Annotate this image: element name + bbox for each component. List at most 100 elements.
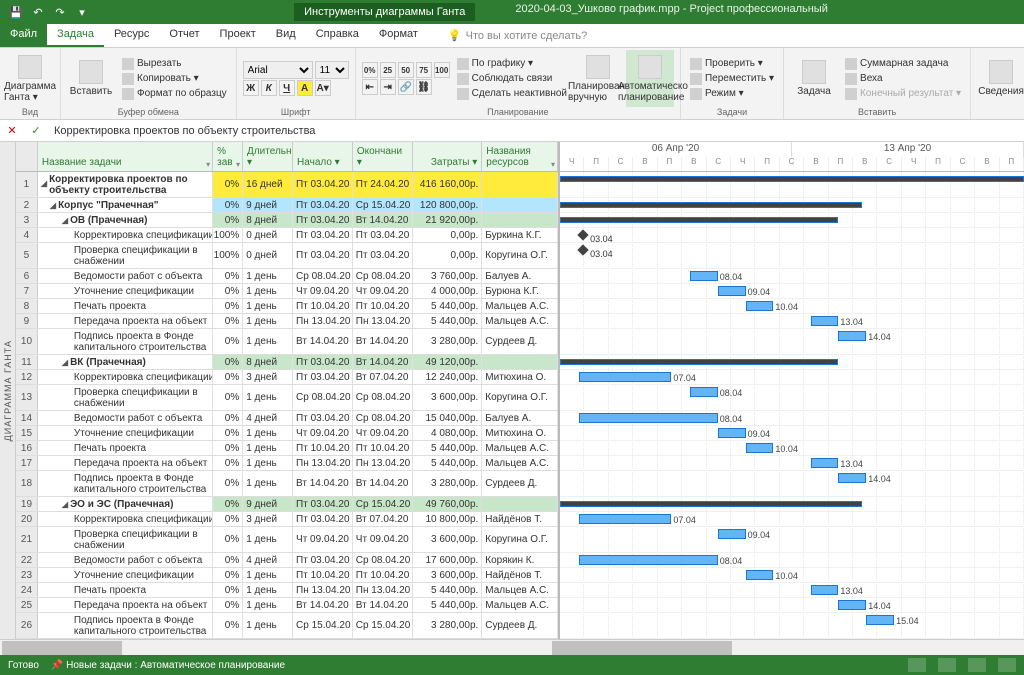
gantt-bar[interactable]: 07.04 xyxy=(579,514,672,524)
gantt-bar[interactable]: 10.04 xyxy=(746,570,774,580)
row-number[interactable]: 6 xyxy=(16,269,38,283)
row-number[interactable]: 1 xyxy=(16,172,38,197)
table-row[interactable]: 19◢ЭО и ЭС (Прачечная)0%9 днейПт 03.04.2… xyxy=(16,497,558,512)
gantt-bar[interactable]: 14.04 xyxy=(838,331,866,341)
information-button[interactable]: Сведения xyxy=(977,50,1024,107)
tab-отчет[interactable]: Отчет xyxy=(159,24,209,47)
gantt-bar[interactable]: 09.04 xyxy=(718,428,746,438)
row-number[interactable]: 15 xyxy=(16,426,38,440)
gantt-row[interactable]: 03.04 xyxy=(560,243,1024,269)
italic-button[interactable]: К xyxy=(261,80,277,96)
gantt-bar[interactable]: 09.04 xyxy=(718,529,746,539)
table-row[interactable]: 22Ведомости работ с объекта0%4 днейПт 03… xyxy=(16,553,558,568)
tab-справка[interactable]: Справка xyxy=(306,24,369,47)
fill-color-button[interactable]: A▾ xyxy=(315,80,331,96)
pct-50-button[interactable]: 50 xyxy=(398,62,414,78)
table-row[interactable]: 3◢ОВ (Прачечная)0%8 днейПт 03.04.20Вт 14… xyxy=(16,213,558,228)
cancel-entry-button[interactable]: ✕ xyxy=(0,124,24,137)
gantt-bar[interactable]: 07.04 xyxy=(579,372,672,382)
gantt-bar[interactable] xyxy=(560,501,862,507)
gantt-bar[interactable]: 08.04 xyxy=(690,387,718,397)
gantt-row[interactable]: 08.04 xyxy=(560,385,1024,411)
pct-75-button[interactable]: 75 xyxy=(416,62,432,78)
col-finish[interactable]: Окончани ▾ xyxy=(353,142,413,171)
gantt-row[interactable]: 09.04 xyxy=(560,527,1024,553)
outdent-button[interactable]: ⇤ xyxy=(362,79,378,95)
manual-schedule-button[interactable]: Планирование вручную xyxy=(574,50,622,107)
row-number[interactable]: 3 xyxy=(16,213,38,227)
cut-button[interactable]: Вырезать xyxy=(119,57,230,71)
table-row[interactable]: 1◢Корректировка проектов по объекту стро… xyxy=(16,172,558,198)
col-pct[interactable]: % зав▾ xyxy=(213,142,243,171)
gantt-bar[interactable]: 08.04 xyxy=(690,271,718,281)
view-button-2[interactable] xyxy=(938,658,956,672)
gantt-row[interactable]: 13.04 xyxy=(560,583,1024,598)
font-size-select[interactable]: 11 xyxy=(315,61,349,79)
entry-value[interactable]: Корректировка проектов по объекту строит… xyxy=(48,125,1024,137)
row-number[interactable]: 19 xyxy=(16,497,38,511)
gantt-row[interactable]: 13.04 xyxy=(560,456,1024,471)
row-number[interactable]: 22 xyxy=(16,553,38,567)
gantt-row[interactable]: 14.04 xyxy=(560,598,1024,613)
row-number[interactable]: 9 xyxy=(16,314,38,328)
bold-button[interactable]: Ж xyxy=(243,80,259,96)
inspect-button[interactable]: Проверить ▾ xyxy=(687,57,777,71)
table-row[interactable]: 11◢ВК (Прачечная)0%8 днейПт 03.04.20Вт 1… xyxy=(16,355,558,370)
row-number[interactable]: 5 xyxy=(16,243,38,268)
gantt-bar[interactable] xyxy=(560,217,838,223)
milestone-button[interactable]: Веха xyxy=(842,72,964,86)
table-row[interactable]: 17Передача проекта на объект0%1 деньПн 1… xyxy=(16,456,558,471)
gantt-row[interactable]: 13.04 xyxy=(560,314,1024,329)
col-duration[interactable]: Длительн ▾ xyxy=(243,142,293,171)
accept-entry-button[interactable]: ✓ xyxy=(24,124,48,137)
tab-file[interactable]: Файл xyxy=(0,24,47,47)
gantt-row[interactable]: 15.04 xyxy=(560,613,1024,639)
table-row[interactable]: 23Уточнение спецификации0%1 деньПт 10.04… xyxy=(16,568,558,583)
copy-button[interactable]: Копировать ▾ xyxy=(119,72,230,86)
table-row[interactable]: 14Ведомости работ с объекта0%4 днейПт 03… xyxy=(16,411,558,426)
gantt-row[interactable] xyxy=(560,213,1024,228)
row-number[interactable]: 13 xyxy=(16,385,38,410)
table-row[interactable]: 25Передача проекта на объект0%1 деньВт 1… xyxy=(16,598,558,613)
row-number[interactable]: 26 xyxy=(16,613,38,638)
gantt-row[interactable]: 10.04 xyxy=(560,441,1024,456)
font-color-button[interactable]: A xyxy=(297,80,313,96)
gantt-bar[interactable]: 15.04 xyxy=(866,615,894,625)
underline-button[interactable]: Ч xyxy=(279,80,295,96)
view-button-4[interactable] xyxy=(998,658,1016,672)
gantt-chart[interactable]: 06 Апр '2013 Апр '20 ЧПСВПВСЧПСВПВСЧПСВП… xyxy=(560,142,1024,639)
gantt-bar[interactable] xyxy=(560,359,838,365)
gantt-row[interactable] xyxy=(560,172,1024,198)
gantt-bar[interactable]: 14.04 xyxy=(838,473,866,483)
gantt-row[interactable] xyxy=(560,497,1024,512)
gantt-bar[interactable]: 14.04 xyxy=(838,600,866,610)
table-row[interactable]: 7Уточнение спецификации0%1 деньЧт 09.04.… xyxy=(16,284,558,299)
gantt-row[interactable]: 07.04 xyxy=(560,370,1024,385)
row-number[interactable]: 18 xyxy=(16,471,38,496)
pct-100-button[interactable]: 100 xyxy=(434,62,450,78)
tab-ресурс[interactable]: Ресурс xyxy=(104,24,159,47)
font-name-select[interactable]: Arial xyxy=(243,61,313,79)
gantt-bar[interactable]: 09.04 xyxy=(718,286,746,296)
row-number[interactable]: 10 xyxy=(16,329,38,354)
table-row[interactable]: 13Проверка спецификации в снабжении0%1 д… xyxy=(16,385,558,411)
row-number[interactable]: 14 xyxy=(16,411,38,425)
row-number[interactable]: 21 xyxy=(16,527,38,552)
pct-0-button[interactable]: 0% xyxy=(362,62,378,78)
gantt-row[interactable] xyxy=(560,355,1024,370)
gantt-bar[interactable]: 13.04 xyxy=(811,585,839,595)
col-start[interactable]: Начало ▾ xyxy=(293,142,353,171)
view-button-3[interactable] xyxy=(968,658,986,672)
table-row[interactable]: 2◢Корпус "Прачечная"0%9 днейПт 03.04.20С… xyxy=(16,198,558,213)
tab-формат[interactable]: Формат xyxy=(369,24,428,47)
tab-вид[interactable]: Вид xyxy=(266,24,306,47)
tell-me[interactable]: 💡 Что вы хотите сделать? xyxy=(448,24,587,47)
table-row[interactable]: 9Передача проекта на объект0%1 деньПн 13… xyxy=(16,314,558,329)
gantt-row[interactable]: 08.04 xyxy=(560,269,1024,284)
gantt-bar[interactable] xyxy=(560,176,1024,182)
deliverable-button[interactable]: Конечный результат ▾ xyxy=(842,87,964,101)
task-grid[interactable]: Название задачи▾ % зав▾ Длительн ▾ Начал… xyxy=(16,142,558,639)
table-row[interactable]: 20Корректировка спецификации0%3 днейПт 0… xyxy=(16,512,558,527)
table-row[interactable]: 18Подпись проекта в Фонде капитального с… xyxy=(16,471,558,497)
col-resources[interactable]: Названия ресурсов▾ xyxy=(482,142,558,171)
